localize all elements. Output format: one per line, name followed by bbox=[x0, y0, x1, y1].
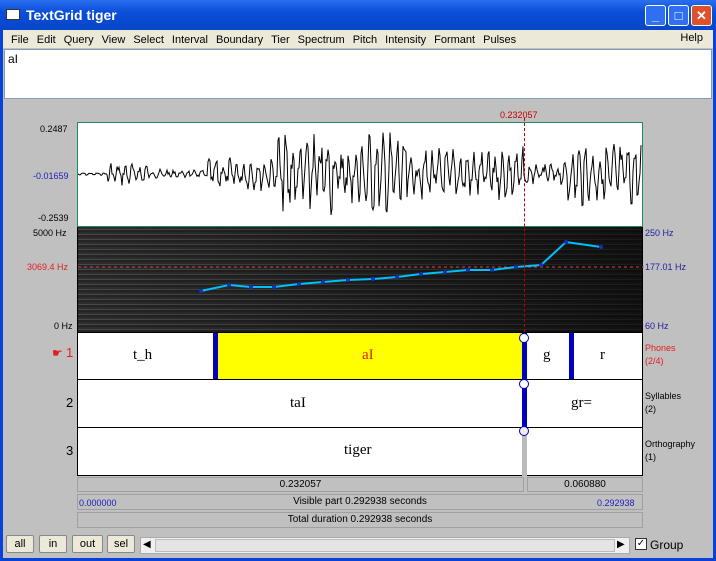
app-icon bbox=[6, 9, 20, 20]
pitch-point bbox=[272, 285, 276, 289]
pitch-point bbox=[466, 268, 470, 272]
scroll-right-icon[interactable]: ▶ bbox=[617, 539, 625, 550]
window-title: TextGrid tiger bbox=[26, 7, 117, 23]
visible-start: 0.000000 bbox=[79, 498, 117, 508]
spectrogram-bottom: 0 Hz bbox=[54, 321, 73, 331]
pitch-point bbox=[443, 270, 447, 274]
pitch-point bbox=[419, 272, 423, 276]
menu-interval[interactable]: Interval bbox=[168, 32, 212, 48]
pitch-top: 250 Hz bbox=[645, 228, 674, 238]
pitch-point bbox=[564, 240, 568, 244]
waveform-trace bbox=[78, 132, 642, 215]
boundary-circle-icon bbox=[519, 426, 529, 436]
pitch-point bbox=[539, 263, 543, 267]
close-button[interactable]: ✕ bbox=[691, 5, 712, 26]
menu-bar: File Edit Query View Select Interval Boundary T… bbox=[3, 30, 713, 48]
cursor-time-label: 0.232057 bbox=[500, 110, 538, 120]
pitch-point bbox=[395, 275, 399, 279]
horizontal-scrollbar[interactable]: ◀ ▶ bbox=[140, 537, 630, 554]
menu-boundary[interactable]: Boundary bbox=[212, 32, 267, 48]
tier-2-name: Syllables bbox=[645, 391, 682, 401]
menu-spectrum[interactable]: Spectrum bbox=[294, 32, 349, 48]
scroll-left-icon[interactable]: ◀ bbox=[143, 539, 151, 550]
interval-aI[interactable]: aI bbox=[362, 347, 374, 364]
group-label: Group bbox=[650, 538, 684, 552]
interval-t_h[interactable]: t_h bbox=[133, 347, 152, 364]
scrollbar-thumb[interactable] bbox=[155, 539, 615, 552]
tier-1-name: Phones bbox=[645, 343, 676, 353]
waveform-cursor-value: -0.01659 bbox=[33, 171, 69, 181]
spectrogram-panel[interactable] bbox=[77, 227, 644, 332]
pitch-point bbox=[599, 245, 603, 249]
minimize-button[interactable]: _ bbox=[645, 5, 666, 26]
waveform-panel[interactable] bbox=[77, 122, 643, 227]
menu-intensity[interactable]: Intensity bbox=[381, 32, 430, 48]
time-cursor bbox=[524, 118, 525, 332]
boundary-circle-icon bbox=[519, 333, 529, 343]
tier-3-name: Orthography bbox=[645, 439, 696, 449]
menu-query[interactable]: Query bbox=[60, 32, 98, 48]
pointing-hand-icon: ☛ bbox=[52, 346, 63, 360]
boundary[interactable] bbox=[569, 333, 574, 379]
visible-part-bar[interactable]: Visible part 0.292938 seconds bbox=[77, 494, 643, 510]
pitch-point bbox=[514, 265, 518, 269]
pitch-bottom: 60 Hz bbox=[645, 321, 669, 331]
interval-tiger[interactable]: tiger bbox=[344, 442, 372, 459]
menu-pulses[interactable]: Pulses bbox=[479, 32, 520, 48]
waveform-min: -0.2539 bbox=[38, 213, 69, 223]
interval-taI[interactable]: taI bbox=[290, 395, 306, 412]
menu-view[interactable]: View bbox=[98, 32, 130, 48]
menu-tier[interactable]: Tier bbox=[267, 32, 294, 48]
group-checkbox[interactable]: ✓ bbox=[635, 538, 647, 550]
menu-select[interactable]: Select bbox=[129, 32, 168, 48]
pitch-cursor-value: 177.01 Hz bbox=[645, 262, 687, 272]
tier-1-number: 1 bbox=[66, 345, 74, 360]
interval-r[interactable]: r bbox=[600, 347, 605, 364]
tier-syllables[interactable] bbox=[77, 379, 643, 428]
menu-file[interactable]: File bbox=[7, 32, 33, 48]
tier-2-count: (2) bbox=[645, 404, 656, 414]
interval-gr[interactable]: gr= bbox=[571, 395, 592, 412]
tier-1-count: (2/4) bbox=[645, 356, 664, 366]
pitch-point bbox=[249, 285, 253, 289]
zoom-in-button[interactable]: in bbox=[39, 535, 67, 553]
title-bar: TextGrid tiger _ □ ✕ bbox=[0, 0, 716, 30]
menu-formant[interactable]: Formant bbox=[430, 32, 479, 48]
total-duration-bar[interactable]: Total duration 0.292938 seconds bbox=[77, 512, 643, 528]
menu-edit[interactable]: Edit bbox=[33, 32, 60, 48]
interval-g[interactable]: g bbox=[543, 347, 551, 364]
visible-end: 0.292938 bbox=[597, 498, 635, 508]
waveform-max: 0.2487 bbox=[40, 124, 68, 134]
boundary[interactable] bbox=[213, 333, 218, 379]
pitch-point bbox=[371, 277, 375, 281]
pitch-point bbox=[297, 282, 301, 286]
interval-text-field[interactable]: aI bbox=[4, 49, 712, 99]
pitch-point bbox=[346, 278, 350, 282]
tier-2-number: 2 bbox=[66, 395, 74, 410]
pitch-point bbox=[199, 289, 203, 293]
menu-help[interactable]: Help bbox=[676, 30, 707, 46]
pitch-point bbox=[227, 283, 231, 287]
menu-pitch[interactable]: Pitch bbox=[349, 32, 381, 48]
pitch-point bbox=[490, 268, 494, 272]
spectrogram-top: 5000 Hz bbox=[33, 228, 67, 238]
pitch-point bbox=[321, 280, 325, 284]
zoom-selection-button[interactable]: sel bbox=[107, 535, 135, 553]
tier-3-count: (1) bbox=[645, 452, 656, 462]
time-segment-right[interactable]: 0.060880 bbox=[527, 477, 643, 492]
zoom-out-button[interactable]: out bbox=[72, 535, 103, 553]
time-segment-left[interactable]: 0.232057 bbox=[77, 477, 524, 492]
maximize-button[interactable]: □ bbox=[668, 5, 689, 26]
tier-3-number: 3 bbox=[66, 443, 74, 458]
boundary-cursor bbox=[522, 432, 527, 476]
zoom-all-button[interactable]: all bbox=[6, 535, 34, 553]
boundary-circle-icon bbox=[519, 379, 529, 389]
spectrogram-cursor-freq: 3069.4 Hz bbox=[27, 262, 69, 272]
